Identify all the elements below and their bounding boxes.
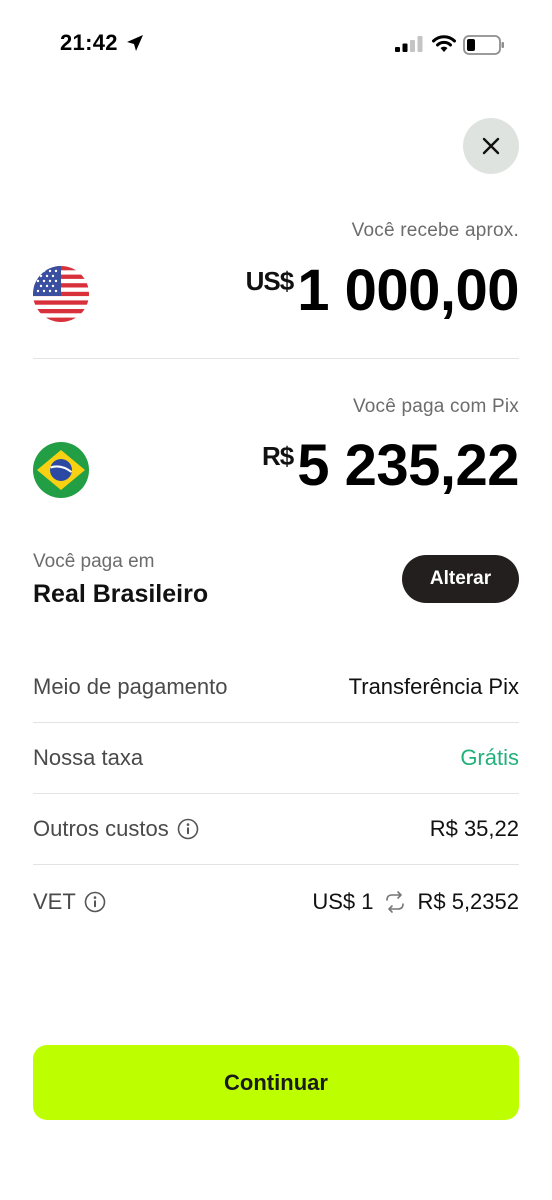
info-icon[interactable] xyxy=(177,818,199,840)
info-icon[interactable] xyxy=(84,891,106,913)
vet-to: R$ 5,2352 xyxy=(417,888,519,914)
receive-currency-symbol: US$ xyxy=(245,266,295,296)
vet-row: VET US$ 1 R$ 5,2352 xyxy=(33,866,519,937)
other-costs-row: Outros custos R$ 35,22 xyxy=(33,794,519,865)
vet-value: US$ 1 R$ 5,2352 xyxy=(312,889,519,915)
status-bar: 21:42 xyxy=(0,0,552,90)
fee-label: Nossa taxa xyxy=(33,745,144,770)
pay-amount[interactable]: 5 235,22 xyxy=(297,437,519,495)
pay-caption: Você paga com Pix xyxy=(352,396,519,417)
receive-amount[interactable]: 1 000,00 xyxy=(297,262,519,320)
swap-arrows-icon xyxy=(386,890,405,913)
brazil-flag-icon xyxy=(33,442,89,498)
location-arrow-icon xyxy=(127,35,143,51)
close-icon xyxy=(482,137,500,155)
pay-amount-row: R$ 5 235,22 xyxy=(261,437,520,495)
pay-currency-label: Você paga em xyxy=(33,551,155,572)
battery-icon xyxy=(463,35,504,55)
change-currency-button[interactable]: Alterar xyxy=(402,555,519,603)
receive-caption: Você recebe aprox. xyxy=(351,220,519,241)
fee-value: Grátis xyxy=(460,745,519,770)
fee-row: Nossa taxa Grátis xyxy=(33,723,519,794)
vet-from: US$ 1 xyxy=(312,888,374,914)
vet-label-group: VET xyxy=(33,889,106,915)
other-costs-label: Outros custos xyxy=(33,816,169,841)
receive-amount-row: US$ 1 000,00 xyxy=(245,262,520,320)
cellular-signal-icon xyxy=(395,36,423,52)
payment-method-value: Transferência Pix xyxy=(348,674,519,699)
close-button[interactable] xyxy=(463,118,519,174)
pay-currency-symbol: R$ xyxy=(261,441,294,471)
us-flag-icon xyxy=(33,266,89,322)
wifi-icon xyxy=(432,35,456,52)
other-costs-value: R$ 35,22 xyxy=(429,816,519,841)
pay-currency-name: Real Brasileiro xyxy=(33,580,209,608)
divider xyxy=(33,358,519,359)
status-time: 21:42 xyxy=(60,30,118,55)
screen: 21:42 Você recebe aprox. US$ 1 000,00 Vo… xyxy=(0,0,552,1200)
continue-button[interactable]: Continuar xyxy=(33,1045,519,1120)
payment-method-label: Meio de pagamento xyxy=(33,674,228,699)
other-costs-label-group: Outros custos xyxy=(33,816,199,842)
payment-method-row: Meio de pagamento Transferência Pix xyxy=(33,652,519,723)
vet-label: VET xyxy=(33,888,76,914)
